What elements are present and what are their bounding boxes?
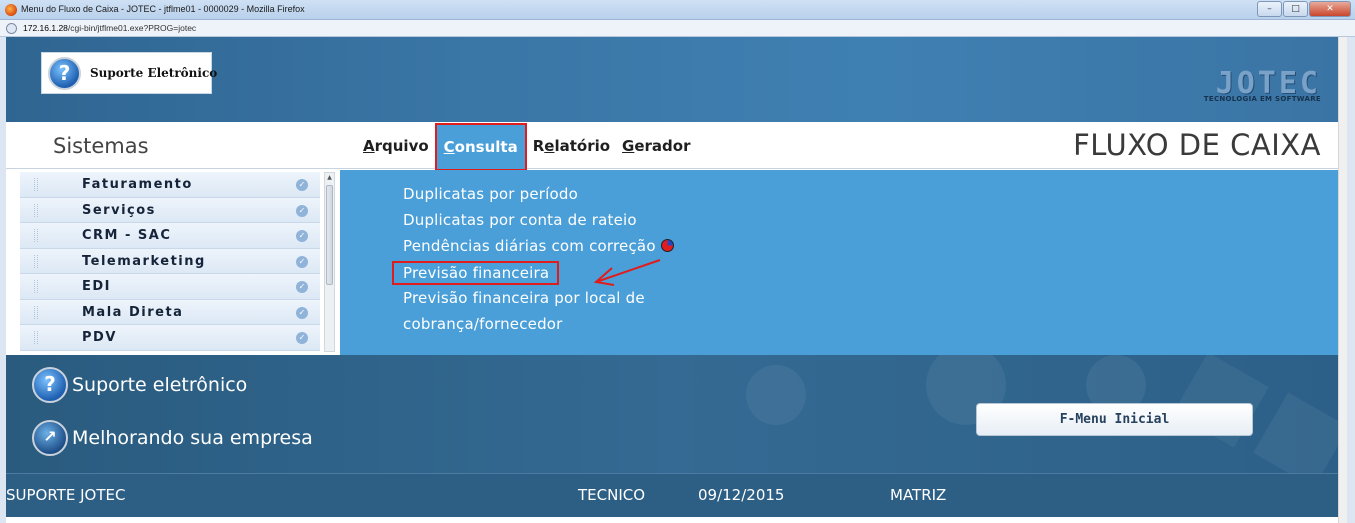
scroll-up-icon[interactable]: ▲ bbox=[326, 174, 333, 182]
menu-option-previsao-local[interactable]: Previsão financeira por local de bbox=[403, 289, 645, 307]
improve-link[interactable]: ↗ Melhorando sua empresa bbox=[32, 420, 313, 456]
close-button[interactable]: ✕ bbox=[1309, 1, 1351, 17]
sidebar-item-label: CRM - SAC bbox=[82, 228, 172, 243]
sidebar-item-crm-sac[interactable]: CRM - SAC ✓ bbox=[20, 223, 320, 249]
drag-grip-icon bbox=[34, 331, 38, 344]
drag-grip-icon bbox=[34, 178, 38, 191]
menu-option-label: cobrança/fornecedor bbox=[403, 315, 563, 333]
improve-link-label: Melhorando sua empresa bbox=[72, 427, 313, 449]
mnemonic-letter: C bbox=[443, 138, 455, 156]
check-icon: ✓ bbox=[296, 230, 308, 242]
menu-option-label: Duplicatas por período bbox=[403, 185, 579, 203]
footer-band: ? Suporte eletrônico ↗ Melhorando sua em… bbox=[6, 355, 1338, 473]
logo-word: JOTEC bbox=[1215, 66, 1321, 101]
sidebar-item-servicos[interactable]: Serviços ✓ bbox=[20, 197, 320, 223]
pie-chart-icon bbox=[660, 239, 674, 252]
sidebar-item-label: EDI bbox=[82, 279, 112, 294]
menu-option-label: Previsão financeira por local de bbox=[403, 289, 645, 307]
sidebar-item-label: Telemarketing bbox=[82, 253, 206, 269]
sidebar-item-faturamento[interactable]: Faturamento ✓ bbox=[20, 172, 320, 198]
status-branch: MATRIZ bbox=[890, 486, 947, 504]
sidebar-item-mala-direta[interactable]: Mala Direta ✓ bbox=[20, 299, 320, 325]
sidebar-item-label: PDV bbox=[82, 330, 117, 345]
sidebar: Faturamento ✓ Serviços ✓ CRM - SAC ✓ Tel… bbox=[6, 170, 339, 355]
decoration bbox=[746, 365, 806, 425]
menu-option-label: Previsão financeira bbox=[403, 264, 550, 282]
help-icon: ? bbox=[32, 367, 68, 403]
f-menu-inicial-button[interactable]: F-Menu Inicial bbox=[976, 403, 1253, 436]
check-icon: ✓ bbox=[296, 204, 308, 217]
sidebar-item-label: Serviços bbox=[82, 202, 156, 218]
decoration bbox=[1253, 392, 1338, 473]
page: ? Suporte Eletrônico JOTEC TECNOLOGIA EM… bbox=[6, 37, 1347, 523]
menu-relatorio[interactable]: Relatório bbox=[527, 136, 616, 160]
menu-option-label: Duplicatas por conta de rateio bbox=[403, 211, 637, 229]
drag-grip-icon bbox=[34, 229, 38, 242]
jotec-logo: JOTEC TECNOLOGIA EM SOFTWARE bbox=[1171, 66, 1321, 104]
status-company: SUPORTE JOTEC bbox=[6, 486, 126, 504]
url-text[interactable]: 172.16.1.28/cgi-bin/jtflme01.exe?PROG=jo… bbox=[23, 23, 196, 33]
drag-grip-icon bbox=[34, 280, 38, 293]
sidebar-item-edi[interactable]: EDI ✓ bbox=[20, 274, 320, 300]
menu-arquivo[interactable]: Arquivo bbox=[357, 136, 435, 160]
sidebar-item-telemarketing[interactable]: Telemarketing ✓ bbox=[20, 248, 320, 274]
page-scrollbar[interactable] bbox=[1338, 37, 1347, 523]
menu-option-label: Pendências diárias com correção bbox=[403, 237, 656, 255]
url-host: 172.16.1.28 bbox=[23, 23, 68, 33]
support-link-label: Suporte eletrônico bbox=[72, 374, 248, 396]
sidebar-item-label: Mala Direta bbox=[82, 304, 184, 320]
drag-grip-icon bbox=[34, 305, 38, 319]
status-user: TECNICO bbox=[578, 486, 646, 504]
menu-option-previsao-local-cont[interactable]: cobrança/fornecedor bbox=[403, 315, 563, 333]
module-title: FLUXO DE CAIXA bbox=[1073, 128, 1321, 162]
consulta-dropdown: Duplicatas por período Duplicatas por co… bbox=[340, 170, 1338, 355]
menubar: Sistemas Arquivo Consulta Relatório Gera… bbox=[6, 122, 1347, 171]
firefox-icon bbox=[5, 4, 17, 16]
mnemonic-letter: e bbox=[544, 137, 555, 155]
menu-consulta[interactable]: Consulta bbox=[434, 123, 527, 171]
mnemonic-letter: G bbox=[622, 137, 635, 155]
logo-tagline: TECNOLOGIA EM SOFTWARE bbox=[1203, 95, 1321, 103]
support-button[interactable]: ? Suporte Eletrônico bbox=[41, 52, 217, 94]
drag-grip-icon bbox=[34, 254, 38, 268]
sidebar-list: Faturamento ✓ Serviços ✓ CRM - SAC ✓ Tel… bbox=[20, 172, 320, 351]
maximize-button[interactable]: □ bbox=[1283, 1, 1308, 17]
check-icon: ✓ bbox=[296, 332, 308, 344]
menu-option-pendencias-diarias[interactable]: Pendências diárias com correção bbox=[403, 237, 674, 255]
minimize-button[interactable]: – bbox=[1257, 1, 1282, 17]
growth-chart-icon: ↗ bbox=[32, 420, 68, 456]
check-icon: ✓ bbox=[296, 255, 308, 268]
status-date: 09/12/2015 bbox=[698, 486, 785, 504]
site-identity-icon[interactable] bbox=[6, 23, 17, 34]
mnemonic-letter: A bbox=[363, 137, 375, 155]
red-arrow-icon bbox=[593, 259, 661, 286]
browser-titlebar: Menu do Fluxo de Caixa - JOTEC - jtflme0… bbox=[0, 0, 1355, 20]
status-bar: SUPORTE JOTEC TECNICO 09/12/2015 MATRIZ bbox=[6, 473, 1338, 517]
check-icon: ✓ bbox=[296, 306, 308, 319]
sidebar-item-pdv[interactable]: PDV ✓ bbox=[20, 325, 320, 351]
support-link[interactable]: ? Suporte eletrônico bbox=[32, 367, 247, 403]
window-controls: – □ ✕ bbox=[1256, 1, 1351, 17]
drag-grip-icon bbox=[34, 203, 38, 217]
menu-option-duplicatas-rateio[interactable]: Duplicatas por conta de rateio bbox=[403, 211, 637, 229]
menu-option-previsao-financeira[interactable]: Previsão financeira bbox=[392, 261, 560, 285]
address-bar[interactable]: 172.16.1.28/cgi-bin/jtflme01.exe?PROG=jo… bbox=[0, 20, 1355, 37]
sidebar-item-label: Faturamento bbox=[82, 177, 193, 192]
sidebar-scrollbar[interactable]: ▲ bbox=[324, 172, 335, 352]
header: ? Suporte Eletrônico JOTEC TECNOLOGIA EM… bbox=[6, 37, 1347, 122]
check-icon: ✓ bbox=[296, 179, 308, 191]
main-menu: Arquivo Consulta Relatório Gerador bbox=[357, 123, 697, 171]
help-icon: ? bbox=[48, 57, 81, 90]
url-path: /cgi-bin/jtflme01.exe?PROG=jotec bbox=[67, 23, 197, 33]
menu-gerador[interactable]: Gerador bbox=[616, 136, 696, 160]
check-icon: ✓ bbox=[296, 281, 308, 293]
menu-option-duplicatas-periodo[interactable]: Duplicatas por período bbox=[403, 185, 578, 203]
support-button-label: Suporte Eletrônico bbox=[90, 66, 218, 80]
sidebar-title: Sistemas bbox=[53, 134, 149, 158]
window-title: Menu do Fluxo de Caixa - JOTEC - jtflme0… bbox=[21, 4, 305, 14]
scrollbar-thumb[interactable] bbox=[326, 185, 333, 285]
